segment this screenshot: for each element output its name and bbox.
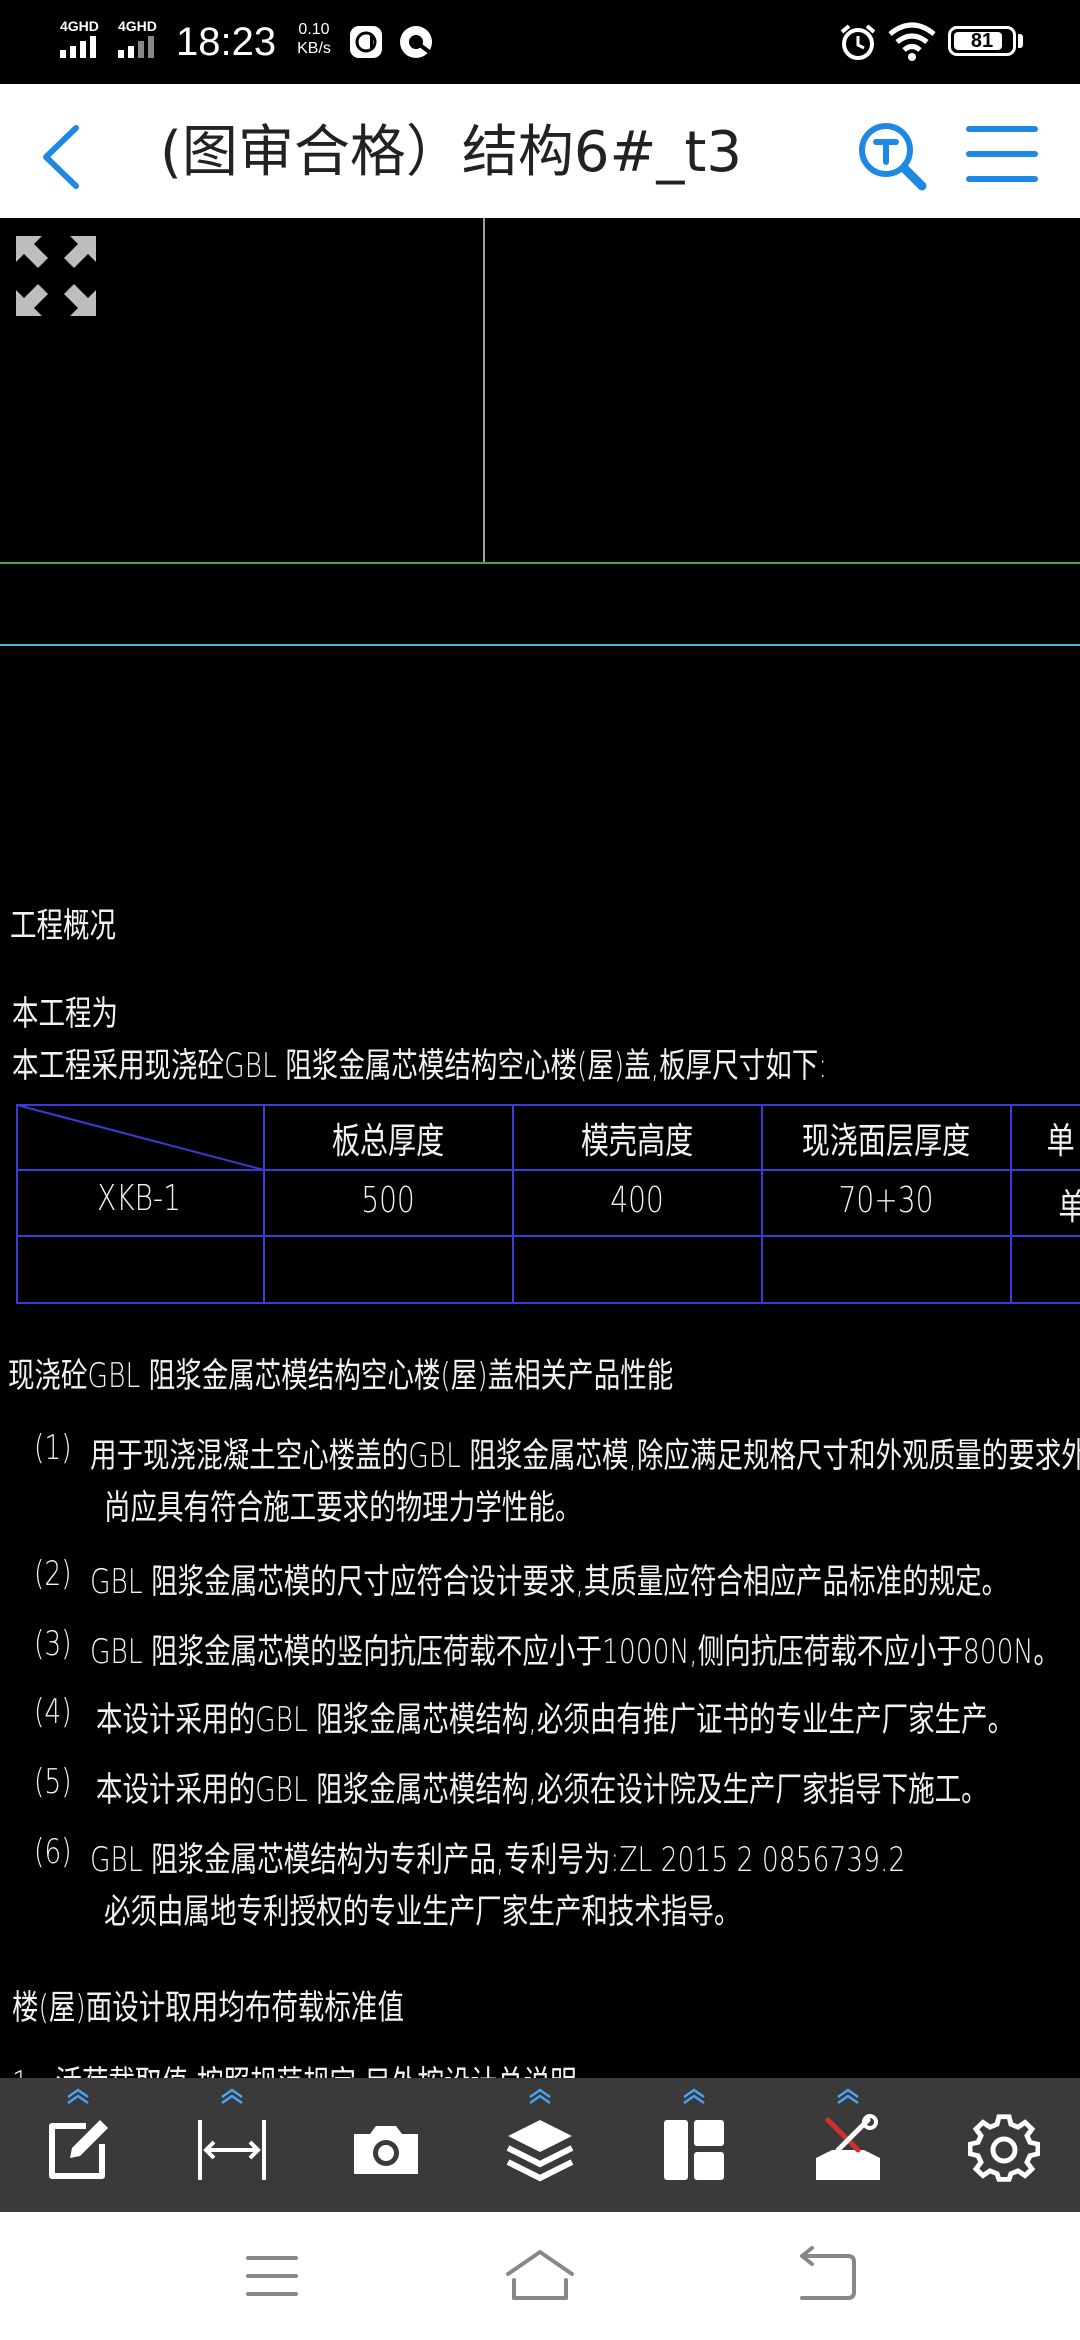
item-continuation: 尚应具有符合施工要求的物理力学性能。 (104, 1488, 582, 1528)
cad-vertical-line (483, 218, 485, 564)
item-number: (5) (34, 1762, 72, 1802)
alarm-icon (840, 24, 876, 60)
network-speed-value: 0.10 (298, 21, 330, 38)
layout-tool-button[interactable] (634, 2078, 754, 2212)
cad-horizontal-line-cyan (0, 644, 1080, 646)
app-screen: 4GHD 4GHD 18:23 0.10 KB/s 81 (图审合格）结构6#_… (0, 0, 1080, 2340)
back-icon[interactable] (766, 2244, 886, 2308)
project-label: 本工程为 (12, 994, 119, 1034)
item-continuation: 必须由属地专利授权的专业生产厂家生产和技术指导。 (104, 1892, 741, 1932)
settings-tool-button[interactable] (944, 2078, 1064, 2212)
fullscreen-expand-icon[interactable] (14, 234, 98, 318)
cad-horizontal-line-green (0, 562, 1080, 564)
network-speed-unit: KB/s (297, 40, 331, 57)
overview-heading: 工程概况 (10, 906, 117, 946)
battery-level: 81 (970, 30, 994, 52)
item-number: (4) (34, 1692, 72, 1732)
expand-up-chevron-icon (837, 2088, 859, 2104)
expand-up-chevron-icon (67, 2088, 89, 2104)
partial-line: 1、活荷载取值:按照规范规定,目外按设计总说明 (12, 2056, 577, 2078)
gear-icon (968, 2114, 1040, 2182)
item-text: 用于现浇混凝土空心楼盖的GBL 阻浆金属芯模,除应满足规格尺寸和外观质量的要求外… (90, 1436, 1080, 1476)
toolbox-icon (816, 2114, 880, 2180)
recent-apps-icon[interactable] (212, 2244, 332, 2308)
table-cell: 单 (1058, 1178, 1080, 1230)
item-number: (1) (34, 1428, 72, 1468)
menu-icon[interactable] (964, 122, 1040, 186)
signal-icon (60, 36, 96, 58)
document-title: (图审合格）结构6#_t3 (160, 120, 742, 185)
text-search-icon[interactable] (854, 118, 928, 192)
load-heading: 楼(屋)面设计取用均布荷载标准值 (12, 1988, 404, 2028)
camera-icon (354, 2126, 418, 2174)
sim1-network-type: 4GHD (60, 18, 99, 34)
status-bar: 4GHD 4GHD 18:23 0.10 KB/s 81 (0, 0, 1080, 84)
sim1-signal: 4GHD (58, 18, 112, 60)
expand-up-chevron-icon (221, 2088, 243, 2104)
layers-tool-button[interactable] (480, 2078, 600, 2212)
edit-note-icon (49, 2120, 108, 2179)
item-text: 本设计采用的GBL 阻浆金属芯模结构,必须在设计院及生产厂家指导下施工。 (96, 1770, 988, 1810)
item-text: GBL 阻浆金属芯模的竖向抗压荷载不应小于1000N,侧向抗压荷载不应小于800… (90, 1632, 1060, 1672)
browser-notification-icon (400, 26, 434, 58)
back-chevron-icon[interactable] (36, 122, 92, 192)
table-header-cell: 单 (1046, 1121, 1075, 1162)
toolbox-tool-button[interactable] (788, 2078, 908, 2212)
app-header: (图审合格）结构6#_t3 (0, 84, 1080, 218)
expand-up-chevron-icon (529, 2088, 551, 2104)
clock: 18:23 (176, 20, 277, 64)
drawing-canvas[interactable]: 工程概况 本工程为 本工程采用现浇砼GBL 阻浆金属芯模结构空心楼(屋)盖,板厚… (0, 218, 1080, 2078)
measure-distance-icon (198, 2120, 266, 2180)
sim2-signal: 4GHD (116, 18, 170, 60)
signal-icon (118, 36, 154, 58)
item-number: (2) (34, 1554, 72, 1594)
layers-icon (506, 2120, 574, 2182)
screenshot-tool-button[interactable] (326, 2078, 446, 2212)
annotate-tool-button[interactable] (18, 2078, 138, 2212)
battery-icon: 81 (948, 26, 1016, 56)
sim2-network-type: 4GHD (118, 18, 157, 34)
item-text: 本设计采用的GBL 阻浆金属芯模结构,必须由有推广证书的专业生产厂家生产。 (96, 1700, 1015, 1740)
system-navigation-bar (0, 2212, 1080, 2340)
item-number: (6) (34, 1832, 72, 1872)
table-header-cell: 模壳高度 (580, 1121, 694, 1162)
bottom-toolbar (0, 2078, 1080, 2212)
table-cell: XKB-1 (96, 1178, 182, 1219)
table-cell: 400 (610, 1180, 664, 1221)
performance-heading: 现浇砼GBL 阻浆金属芯模结构空心楼(屋)盖相关产品性能 (8, 1356, 674, 1396)
expand-up-chevron-icon (683, 2088, 705, 2104)
layout-icon (664, 2120, 724, 2180)
table-header-cell: 现浇面层厚度 (801, 1121, 971, 1162)
home-icon[interactable] (480, 2244, 600, 2308)
item-number: (3) (34, 1624, 72, 1664)
wifi-icon (888, 22, 936, 61)
battery-nub (1018, 34, 1023, 48)
table-cell: 500 (361, 1180, 415, 1221)
item-text: GBL 阻浆金属芯模的尺寸应符合设计要求,其质量应符合相应产品标准的规定。 (90, 1562, 1009, 1602)
table-cell: 70+30 (838, 1180, 934, 1221)
item-text: GBL 阻浆金属芯模结构为专利产品,专利号为:ZL 2015 2 0856739… (90, 1840, 906, 1880)
app-notification-icon (350, 26, 382, 58)
network-speed: 0.10 KB/s (290, 20, 338, 58)
intro-line: 本工程采用现浇砼GBL 阻浆金属芯模结构空心楼(屋)盖,板厚尺寸如下: (12, 1046, 828, 1086)
table-header-cell: 板总厚度 (331, 1121, 445, 1162)
measure-tool-button[interactable] (172, 2078, 292, 2212)
